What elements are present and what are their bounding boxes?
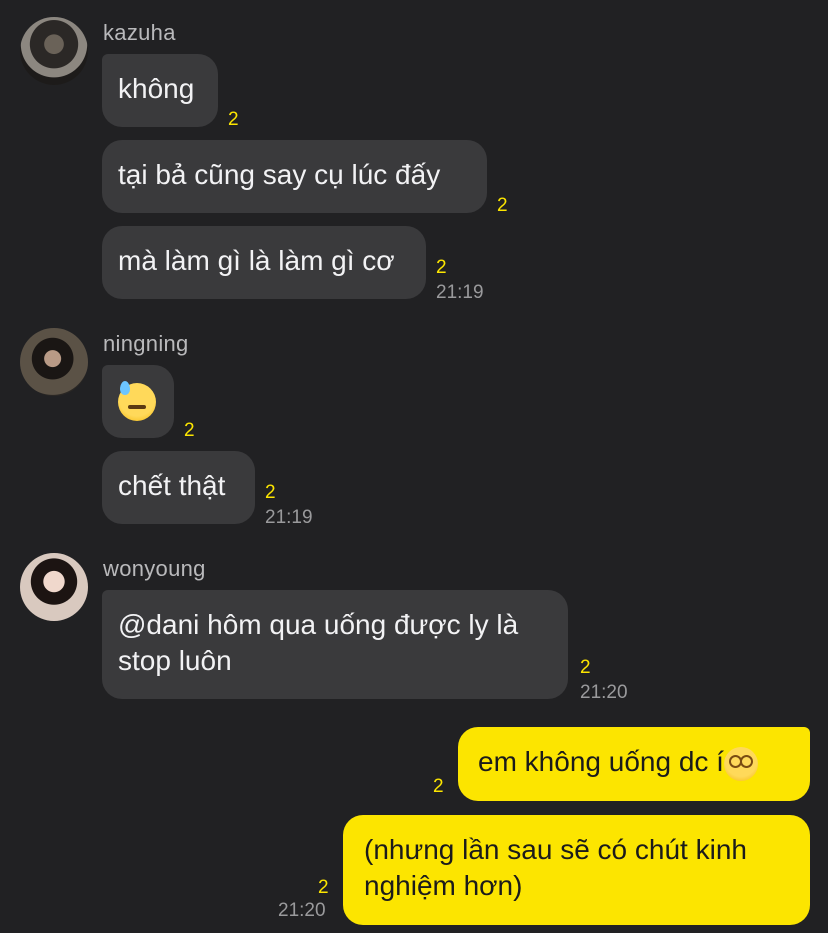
unread-count: 2 <box>580 657 591 678</box>
dizzy-face-emoji <box>723 746 758 781</box>
message-text: mà làm gì là làm gì cơ <box>118 245 395 276</box>
message-bubble[interactable]: không <box>102 54 218 127</box>
timestamp: 21:19 <box>265 507 313 528</box>
sender-name-ningning: ningning <box>103 331 189 356</box>
message-bubble[interactable]: (nhưng lần sau sẽ có chút kinh nghiệm hơ… <box>343 815 810 925</box>
timestamp: 21:19 <box>436 282 484 303</box>
message-text: không <box>118 73 195 104</box>
message-text: em không uống dc í <box>478 746 724 777</box>
downcast-face-with-sweat-emoji <box>118 380 156 421</box>
avatar-wonyoung[interactable] <box>20 553 88 621</box>
unread-count: 2 <box>318 877 329 898</box>
sender-name-kazuha: kazuha <box>103 20 176 45</box>
avatar-kazuha[interactable] <box>20 17 88 85</box>
message-bubble[interactable]: @dani hôm qua uống được ly là stop luôn <box>102 590 568 699</box>
unread-count: 2 <box>497 195 508 216</box>
message-text-line: (nhưng lần sau sẽ có chút kinh <box>364 834 747 865</box>
unread-count: 2 <box>436 257 447 278</box>
message-text-line: stop luôn <box>118 645 232 676</box>
message-bubble[interactable]: em không uống dc í <box>458 727 810 801</box>
unread-count: 2 <box>184 420 195 441</box>
unread-count: 2 <box>228 109 239 130</box>
message-text-line: nghiệm hơn) <box>364 870 523 901</box>
timestamp: 21:20 <box>278 900 326 921</box>
unread-count: 2 <box>265 482 276 503</box>
sender-name-wonyoung: wonyoung <box>103 556 206 581</box>
message-text: chết thật <box>118 470 226 501</box>
avatar-ningning[interactable] <box>20 328 88 396</box>
message-text: tại bả cũng say cụ lúc đấy <box>118 159 441 190</box>
message-bubble[interactable]: mà làm gì là làm gì cơ <box>102 226 426 299</box>
message-text-line: @dani hôm qua uống được ly là <box>118 609 519 640</box>
message-bubble[interactable]: chết thật <box>102 451 255 524</box>
message-bubble[interactable] <box>102 365 174 438</box>
message-bubble[interactable]: tại bả cũng say cụ lúc đấy <box>102 140 487 213</box>
timestamp: 21:20 <box>580 682 628 703</box>
unread-count: 2 <box>433 776 444 797</box>
